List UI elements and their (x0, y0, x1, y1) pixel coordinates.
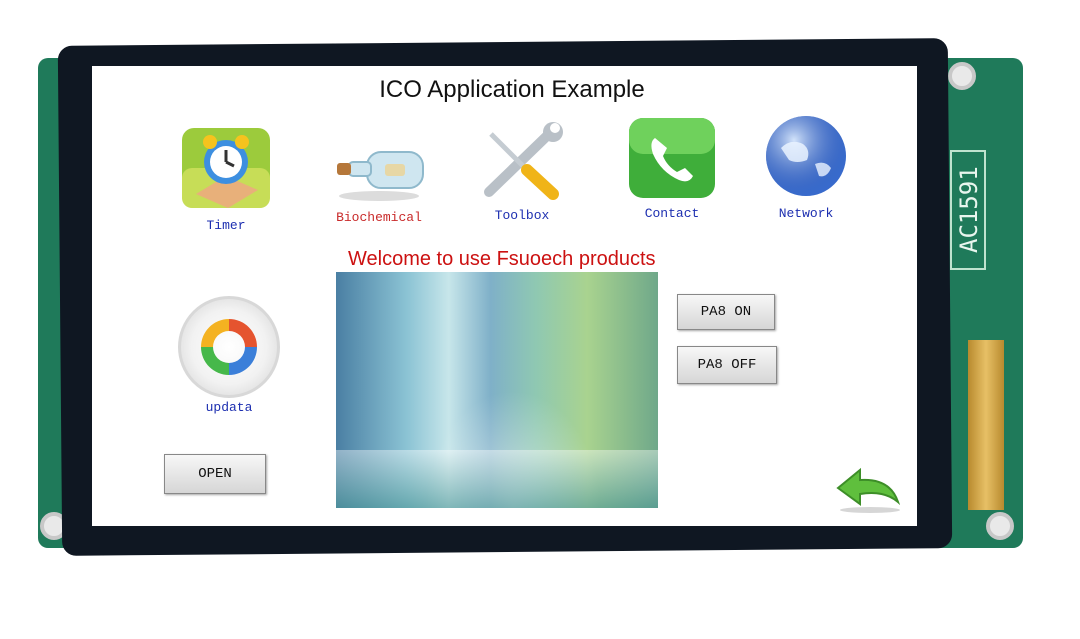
bottle-icon (337, 151, 424, 201)
pa8-off-button[interactable]: PA8 OFF (677, 346, 777, 384)
app-timer[interactable]: Timer (176, 124, 276, 233)
alarm-clock-icon (182, 128, 270, 208)
app-label: updata (205, 400, 253, 415)
app-label: Toolbox (494, 208, 550, 223)
app-label: Timer (206, 218, 246, 233)
mount-hole (986, 512, 1014, 540)
phone-icon (629, 118, 715, 198)
board-label: AC1591 (950, 150, 986, 270)
welcome-text: Welcome to use Fsuoech products (348, 248, 656, 270)
app-toolbox[interactable]: Toolbox (472, 122, 572, 223)
app-network[interactable]: Network (756, 114, 856, 221)
pa8-on-button[interactable]: PA8 ON (677, 294, 775, 330)
mount-hole (948, 62, 976, 90)
refresh-arrows-icon (178, 296, 280, 398)
app-biochemical[interactable]: Biochemical (324, 134, 434, 225)
page-title: ICO Application Example (379, 76, 645, 103)
back-arrow-icon[interactable] (834, 462, 904, 514)
wrench-screwdriver-icon (484, 122, 563, 200)
screen: ICO Application Example Timer Biochemica… (92, 66, 917, 526)
app-label: Contact (644, 206, 700, 221)
app-updata[interactable]: updata (174, 296, 284, 415)
globe-icon (766, 116, 846, 196)
app-label: Biochemical (336, 210, 422, 225)
app-contact[interactable]: Contact (620, 116, 724, 221)
app-label: Network (778, 206, 834, 221)
wallpaper-image (336, 272, 658, 508)
open-button[interactable]: OPEN (164, 454, 266, 494)
flex-cable (968, 340, 1004, 510)
